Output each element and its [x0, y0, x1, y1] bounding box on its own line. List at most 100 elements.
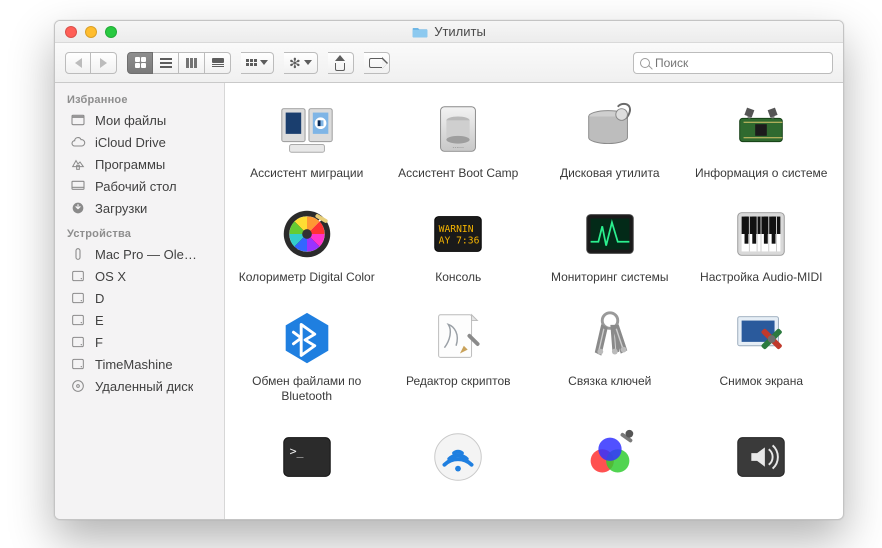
- app-label: Обмен файлами по Bluetooth: [237, 374, 377, 404]
- app-migration-assistant[interactable]: Ассистент миграции: [235, 99, 379, 181]
- console-icon: WARNINAY 7:36: [427, 203, 489, 265]
- sidebar-item-label: D: [95, 291, 104, 306]
- sidebar-item-label: E: [95, 313, 104, 328]
- gear-icon: ✻: [289, 56, 301, 70]
- app-colorsync-utility[interactable]: [538, 426, 682, 493]
- app-label: Ассистент Boot Camp: [398, 166, 518, 181]
- diskutil-icon: [579, 99, 641, 161]
- tags-button[interactable]: [364, 52, 390, 74]
- icon-grid: Ассистент миграции ⋯⋯ Ассистент Boot Cam…: [235, 99, 833, 493]
- downloads-icon: [69, 200, 87, 216]
- app-label: Редактор скриптов: [406, 374, 511, 389]
- sidebar-item-downloads[interactable]: Загрузки: [55, 197, 224, 219]
- macpro-icon: [69, 246, 87, 262]
- app-disk-utility[interactable]: Дисковая утилита: [538, 99, 682, 181]
- sidebar-item-label: Программы: [95, 157, 165, 172]
- colorimeter-icon: [276, 203, 338, 265]
- sidebar-item-applications[interactable]: Программы: [55, 153, 224, 175]
- share-icon: [335, 55, 345, 71]
- bluetooth-icon: [276, 307, 338, 369]
- sidebar-item-d[interactable]: D: [55, 287, 224, 309]
- app-airport-utility[interactable]: [387, 426, 531, 493]
- app-system-information[interactable]: Информация о системе: [690, 99, 834, 181]
- sidebar-item-label: Mac Pro — Ole…: [95, 247, 197, 262]
- all-my-files-icon: [69, 112, 87, 128]
- finder-window: Утилиты ✻: [54, 20, 844, 520]
- sidebar-item-e[interactable]: E: [55, 309, 224, 331]
- sidebar-item-my-files[interactable]: Мои файлы: [55, 109, 224, 131]
- sysinfo-icon: [730, 99, 792, 161]
- hdd-icon: [69, 356, 87, 372]
- share-button[interactable]: [328, 52, 354, 74]
- svg-text:AY 7:36: AY 7:36: [439, 236, 480, 247]
- sidebar-item-desktop[interactable]: Рабочий стол: [55, 175, 224, 197]
- hdd-icon: [69, 268, 87, 284]
- zoom-button[interactable]: [105, 26, 117, 38]
- screenshot-icon: [730, 307, 792, 369]
- svg-text:>_: >_: [289, 444, 303, 458]
- sidebar-item-timemachine[interactable]: TimeMashine: [55, 353, 224, 375]
- app-bluetooth-file-exchange[interactable]: Обмен файлами по Bluetooth: [235, 307, 379, 404]
- window-controls: [65, 26, 117, 38]
- forward-button[interactable]: [91, 52, 117, 74]
- folder-icon: [412, 25, 428, 38]
- close-button[interactable]: [65, 26, 77, 38]
- minimize-button[interactable]: [85, 26, 97, 38]
- app-activity-monitor[interactable]: Мониторинг системы: [538, 203, 682, 285]
- search-input[interactable]: [655, 56, 826, 70]
- coverflow-view-button[interactable]: [205, 52, 231, 74]
- sidebar-item-icloud[interactable]: iCloud Drive: [55, 131, 224, 153]
- app-keychain-access[interactable]: Связка ключей: [538, 307, 682, 404]
- audiomidi-icon: [730, 203, 792, 265]
- sidebar-item-remote-disc[interactable]: Удаленный диск: [55, 375, 224, 397]
- sidebar-item-label: OS X: [95, 269, 126, 284]
- arrange-button[interactable]: [241, 52, 274, 74]
- svg-text:WARNIN: WARNIN: [439, 224, 474, 235]
- app-audio-midi[interactable]: Настройка Audio-MIDI: [690, 203, 834, 285]
- sidebar-item-f[interactable]: F: [55, 331, 224, 353]
- nav-buttons: [65, 52, 117, 74]
- app-screenshot[interactable]: Снимок экрана: [690, 307, 834, 404]
- app-terminal[interactable]: >_: [235, 426, 379, 493]
- hdd-icon: [69, 334, 87, 350]
- voiceover-icon: [730, 426, 792, 488]
- tags-group: [364, 52, 390, 74]
- sidebar-item-macpro[interactable]: Mac Pro — Ole…: [55, 243, 224, 265]
- sidebar-item-label: Мои файлы: [95, 113, 166, 128]
- icloud-icon: [69, 134, 87, 150]
- toolbar: ✻: [55, 43, 843, 83]
- content-area: Избранное Мои файлы iCloud Drive Програм…: [55, 83, 843, 519]
- share-group: [328, 52, 354, 74]
- action-button[interactable]: ✻: [284, 52, 318, 74]
- app-console[interactable]: WARNINAY 7:36 Консоль: [387, 203, 531, 285]
- app-voiceover-utility[interactable]: [690, 426, 834, 493]
- sidebar-item-label: Рабочий стол: [95, 179, 177, 194]
- sidebar-item-osx[interactable]: OS X: [55, 265, 224, 287]
- app-label: Снимок экрана: [719, 374, 803, 389]
- migration-icon: [276, 99, 338, 161]
- tag-icon: [369, 58, 383, 68]
- column-view-button[interactable]: [179, 52, 205, 74]
- app-label: Информация о системе: [695, 166, 827, 181]
- hdd-icon: [69, 290, 87, 306]
- app-bootcamp-assistant[interactable]: ⋯⋯ Ассистент Boot Camp: [387, 99, 531, 181]
- app-digital-color-meter[interactable]: Колориметр Digital Color: [235, 203, 379, 285]
- icon-pane[interactable]: Ассистент миграции ⋯⋯ Ассистент Boot Cam…: [225, 83, 843, 519]
- window-title-text: Утилиты: [434, 24, 486, 39]
- search-icon: [640, 58, 650, 68]
- sidebar-item-label: Загрузки: [95, 201, 147, 216]
- app-label: Настройка Audio-MIDI: [700, 270, 822, 285]
- desktop-icon: [69, 178, 87, 194]
- svg-text:⋯⋯: ⋯⋯: [452, 145, 464, 151]
- back-button[interactable]: [65, 52, 91, 74]
- app-label: Колориметр Digital Color: [239, 270, 375, 285]
- list-view-button[interactable]: [153, 52, 179, 74]
- search-field[interactable]: [633, 52, 833, 74]
- window-title: Утилиты: [55, 24, 843, 39]
- app-script-editor[interactable]: Редактор скриптов: [387, 307, 531, 404]
- view-mode-buttons: [127, 52, 231, 74]
- sidebar-header-favorites: Избранное: [55, 91, 224, 109]
- airport-icon: [427, 426, 489, 488]
- icon-view-button[interactable]: [127, 52, 153, 74]
- app-label: Дисковая утилита: [560, 166, 660, 181]
